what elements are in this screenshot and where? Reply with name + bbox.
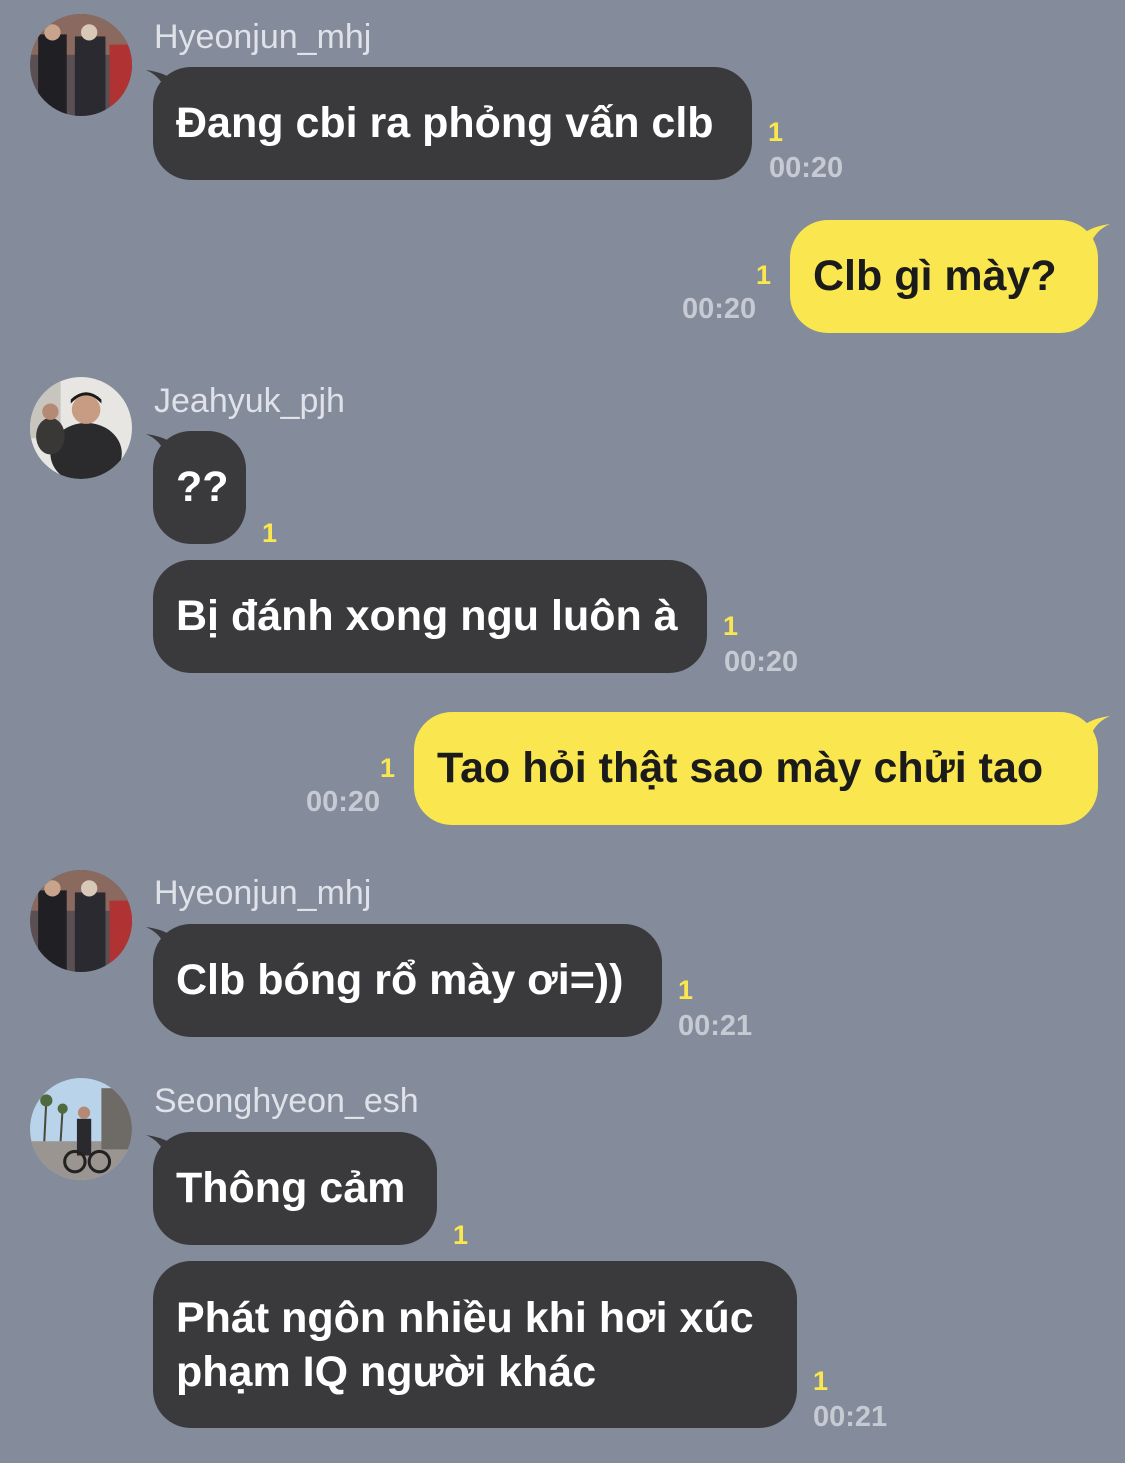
- avatar-photo-icon: [30, 14, 132, 116]
- message-bubble[interactable]: Clb bóng rổ mày ơi=)): [153, 924, 662, 1037]
- avatar-photo-icon: [30, 1078, 132, 1180]
- message-bubble[interactable]: Đang cbi ra phỏng vấn clb: [153, 67, 752, 180]
- avatar-hyeonjun[interactable]: [30, 14, 132, 116]
- avatar-jeahyuk[interactable]: [30, 377, 132, 479]
- unread-count: 1: [262, 518, 278, 548]
- timestamp: 00:21: [813, 1401, 888, 1433]
- timestamp: 00:20: [306, 786, 381, 818]
- sender-name: Hyeonjun_mhj: [154, 18, 372, 56]
- message-bubble[interactable]: Tao hỏi thật sao mày chửi tao: [414, 712, 1098, 825]
- unread-count: 1: [678, 975, 694, 1005]
- sender-name: Jeahyuk_pjh: [154, 382, 345, 420]
- unread-count: 1: [768, 117, 784, 147]
- unread-count: 1: [756, 260, 772, 290]
- unread-count: 1: [723, 611, 739, 641]
- avatar-hyeonjun[interactable]: [30, 870, 132, 972]
- sender-name: Seonghyeon_esh: [154, 1082, 419, 1120]
- message-bubble[interactable]: Clb gì mày?: [790, 220, 1098, 333]
- sender-name: Hyeonjun_mhj: [154, 874, 372, 912]
- unread-count: 1: [813, 1366, 829, 1396]
- message-bubble[interactable]: Phát ngôn nhiều khi hơi xúc phạm IQ ngườ…: [153, 1261, 797, 1428]
- message-line: Phát ngôn nhiều khi hơi xúc: [176, 1294, 754, 1342]
- avatar-photo-icon: [30, 377, 132, 479]
- timestamp: 00:20: [769, 152, 844, 184]
- message-bubble[interactable]: ??: [153, 431, 246, 544]
- avatar-photo-icon: [30, 870, 132, 972]
- timestamp: 00:20: [724, 646, 799, 678]
- timestamp: 00:20: [682, 293, 757, 325]
- unread-count: 1: [380, 753, 396, 783]
- message-line: phạm IQ người khác: [176, 1348, 597, 1396]
- message-bubble[interactable]: Thông cảm: [153, 1132, 437, 1245]
- message-bubble[interactable]: Bị đánh xong ngu luôn à: [153, 560, 707, 673]
- avatar-seonghyeon[interactable]: [30, 1078, 132, 1180]
- unread-count: 1: [453, 1220, 469, 1250]
- timestamp: 00:21: [678, 1010, 753, 1042]
